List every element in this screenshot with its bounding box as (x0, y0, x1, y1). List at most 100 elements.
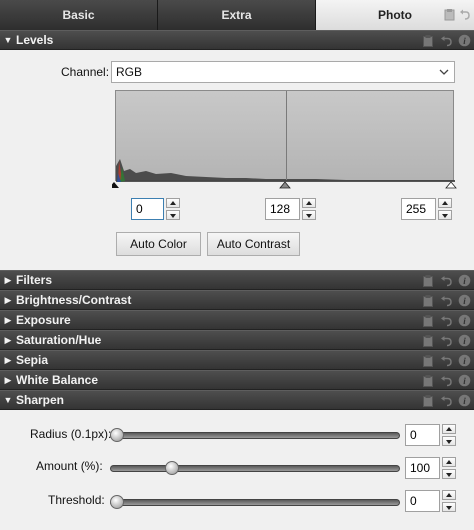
clipboard-icon[interactable] (444, 8, 455, 21)
section-white-balance-label: White Balance (16, 373, 99, 387)
tab-extra[interactable]: Extra (158, 0, 316, 30)
amount-slider-track (110, 465, 400, 472)
amount-label: Amount (%): (36, 459, 103, 473)
amount-input[interactable] (405, 457, 440, 479)
undo-icon[interactable] (440, 274, 452, 287)
clipboard-icon[interactable] (422, 314, 434, 327)
clipboard-icon[interactable] (422, 354, 434, 367)
section-exposure[interactable]: ▶ Exposure i (0, 310, 474, 330)
levels-header[interactable]: ▼ Levels i (0, 30, 474, 50)
undo-icon[interactable] (440, 34, 452, 47)
info-icon[interactable]: i (458, 394, 471, 407)
sharpen-title: Sharpen (16, 393, 65, 407)
clipboard-icon[interactable] (422, 394, 434, 407)
info-icon[interactable]: i (458, 294, 471, 307)
info-icon[interactable]: i (458, 314, 471, 327)
white-point-spinner[interactable] (401, 198, 452, 220)
radius-down-arrow[interactable] (442, 436, 456, 446)
info-icon[interactable]: i (458, 354, 471, 367)
undo-icon[interactable] (440, 354, 452, 367)
black-point-marker (112, 182, 119, 188)
black-point-input[interactable] (131, 198, 164, 220)
collapse-arrow-icon: ▼ (3, 35, 13, 45)
undo-icon[interactable] (440, 334, 452, 347)
expand-arrow-icon: ▶ (4, 314, 12, 325)
amount-up-arrow[interactable] (442, 457, 456, 467)
white-point-marker (445, 181, 457, 189)
midtone-marker (279, 181, 291, 189)
section-filters[interactable]: ▶ Filters i (0, 270, 474, 290)
threshold-input[interactable] (405, 490, 440, 512)
clipboard-icon[interactable] (422, 294, 434, 307)
section-saturation-hue-label: Saturation/Hue (16, 333, 102, 347)
section-filters-label: Filters (16, 273, 53, 287)
expand-arrow-icon: ▶ (4, 374, 12, 385)
threshold-down-arrow[interactable] (442, 502, 456, 512)
info-icon[interactable]: i (458, 274, 471, 287)
undo-icon[interactable] (440, 374, 452, 387)
radius-input[interactable] (405, 424, 440, 446)
info-icon[interactable]: i (458, 334, 471, 347)
black-up-arrow[interactable] (166, 198, 180, 208)
threshold-slider[interactable] (110, 495, 400, 509)
histogram (115, 90, 455, 182)
expand-arrow-icon: ▶ (4, 274, 12, 285)
tab-extra-label: Extra (221, 8, 252, 22)
radius-label: Radius (0.1px): (30, 427, 112, 441)
amount-slider[interactable] (110, 461, 400, 475)
white-point-input[interactable] (401, 198, 436, 220)
section-sepia-label: Sepia (16, 353, 49, 367)
expand-arrow-icon: ▶ (4, 354, 12, 365)
black-point-spinner[interactable] (131, 198, 180, 220)
threshold-slider-track (110, 499, 400, 506)
white-down-arrow[interactable] (438, 210, 452, 220)
section-saturation-hue[interactable]: ▶ Saturation/Hue i (0, 330, 474, 350)
section-brightness-contrast[interactable]: ▶ Brightness/Contrast i (0, 290, 474, 310)
undo-icon[interactable] (440, 314, 452, 327)
radius-up-arrow[interactable] (442, 424, 456, 434)
level-markers (112, 181, 457, 189)
undo-icon[interactable] (440, 394, 452, 407)
radius-slider-thumb[interactable] (110, 428, 124, 442)
expand-arrow-icon: ▶ (4, 334, 12, 345)
radius-slider[interactable] (110, 428, 400, 442)
clipboard-icon[interactable] (422, 34, 434, 47)
radius-slider-track (110, 432, 400, 439)
undo-icon[interactable] (440, 294, 452, 307)
threshold-up-arrow[interactable] (442, 490, 456, 500)
amount-down-arrow[interactable] (442, 469, 456, 479)
clipboard-icon[interactable] (422, 374, 434, 387)
tab-photo-label: Photo (378, 8, 412, 22)
amount-slider-thumb[interactable] (165, 461, 179, 475)
levels-title: Levels (16, 33, 54, 47)
channel-select[interactable]: RGB (111, 61, 455, 83)
auto-contrast-button[interactable]: Auto Contrast (207, 232, 300, 256)
histogram-midline (286, 91, 287, 180)
threshold-slider-thumb[interactable] (110, 495, 124, 509)
threshold-label: Threshold: (48, 493, 105, 507)
mid-up-arrow[interactable] (302, 198, 316, 208)
tab-bar: Basic Extra Photo (0, 0, 474, 30)
section-sepia[interactable]: ▶ Sepia i (0, 350, 474, 370)
radius-spinner[interactable] (405, 424, 456, 446)
info-icon[interactable]: i (458, 374, 471, 387)
tab-photo[interactable]: Photo (316, 0, 474, 30)
white-up-arrow[interactable] (438, 198, 452, 208)
tab-basic-label: Basic (62, 8, 95, 22)
section-white-balance[interactable]: ▶ White Balance i (0, 370, 474, 390)
sharpen-header[interactable]: ▼ Sharpen i (0, 390, 474, 410)
clipboard-icon[interactable] (422, 274, 434, 287)
threshold-spinner[interactable] (405, 490, 456, 512)
channel-label: Channel: (61, 65, 110, 79)
midtone-input[interactable] (265, 198, 300, 220)
black-down-arrow[interactable] (166, 210, 180, 220)
tab-basic[interactable]: Basic (0, 0, 158, 30)
amount-spinner[interactable] (405, 457, 456, 479)
mid-down-arrow[interactable] (302, 210, 316, 220)
undo-icon[interactable] (459, 8, 470, 21)
info-icon[interactable]: i (458, 34, 471, 47)
auto-color-button[interactable]: Auto Color (116, 232, 201, 256)
midtone-spinner[interactable] (265, 198, 316, 220)
collapse-arrow-icon: ▼ (3, 395, 13, 405)
clipboard-icon[interactable] (422, 334, 434, 347)
